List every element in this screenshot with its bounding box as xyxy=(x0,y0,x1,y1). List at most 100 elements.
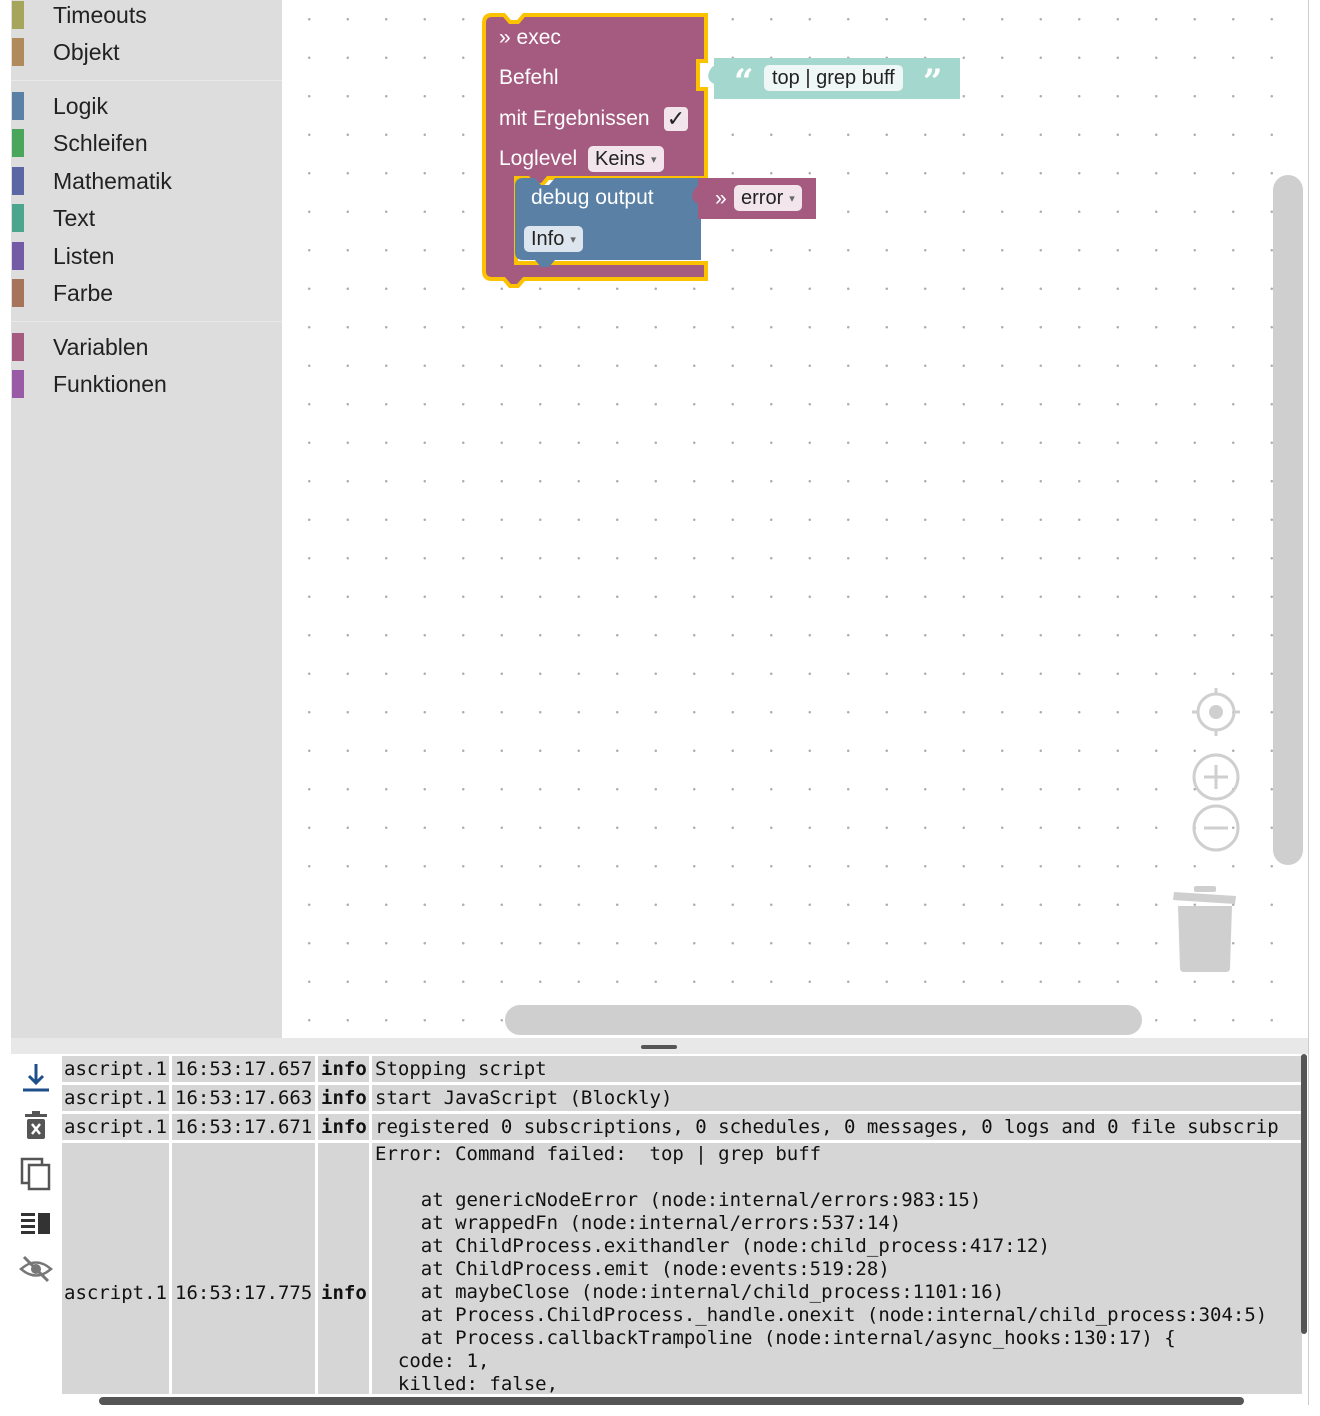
text-literal-block[interactable]: “ top | grep buff ” xyxy=(706,58,960,102)
category-color-swatch xyxy=(12,167,24,195)
results-label: mit Ergebnissen xyxy=(499,107,650,130)
log-time: 16:53:17.663 xyxy=(175,1087,313,1109)
category-color-swatch xyxy=(12,242,24,270)
debug-output-label: debug output xyxy=(531,186,654,209)
toolbox-separator xyxy=(11,321,282,322)
column-divider xyxy=(369,1054,372,1394)
close-quote-icon: ” xyxy=(923,62,943,102)
toolbox-sidebar: Timeouts Objekt Logik Schleifen Mathemat… xyxy=(11,0,282,1038)
log-message: start JavaScript (Blockly) xyxy=(375,1087,673,1109)
toolbox-category-listen[interactable]: Listen xyxy=(11,238,282,274)
copy-icon xyxy=(20,1157,51,1191)
loglevel-value: Keins xyxy=(595,148,646,170)
log-time: 16:53:17.671 xyxy=(175,1116,313,1138)
trash-can[interactable] xyxy=(1172,886,1238,974)
debug-output-block[interactable]: debug output Info ▾ xyxy=(515,178,701,267)
log-horizontal-scrollbar[interactable] xyxy=(99,1397,1244,1405)
copy-log-button[interactable] xyxy=(19,1157,53,1191)
category-label: Farbe xyxy=(53,280,114,306)
log-message: Stopping script xyxy=(375,1058,547,1080)
workspace-horizontal-scrollbar[interactable] xyxy=(505,1005,1142,1035)
error-variable-block[interactable]: » error ▾ xyxy=(690,178,816,219)
target-icon xyxy=(1192,688,1240,736)
text-value-field[interactable]: top | grep buff xyxy=(764,65,903,91)
log-row: ascript.1 16:53:17.671 info registered 0… xyxy=(62,1114,1302,1140)
category-color-swatch xyxy=(12,279,24,307)
log-toolbar xyxy=(11,1054,62,1405)
check-icon: ✓ xyxy=(666,106,686,131)
log-row: ascript.1 16:53:17.775 info Error: Comma… xyxy=(62,1143,1302,1394)
error-variable-value: error xyxy=(741,187,784,209)
log-level: info xyxy=(321,1282,367,1304)
toolbox-category-mathematik[interactable]: Mathematik xyxy=(11,163,282,199)
eye-off-icon xyxy=(19,1255,53,1283)
toggle-details-button[interactable] xyxy=(19,1205,53,1239)
toolbox-category-logik[interactable]: Logik xyxy=(11,88,282,124)
toolbox-separator xyxy=(11,80,282,81)
blockly-editor: Timeouts Objekt Logik Schleifen Mathemat… xyxy=(11,0,1309,1405)
debug-level-value: Info xyxy=(531,228,565,250)
category-label: Logik xyxy=(53,93,108,119)
log-panel: ascript.1 16:53:17.657 info Stopping scr… xyxy=(11,1054,1308,1405)
text-value: top | grep buff xyxy=(772,67,895,89)
toolbox-category-farbe[interactable]: Farbe xyxy=(11,275,282,311)
toolbox-category-funktionen[interactable]: Funktionen xyxy=(11,366,282,402)
category-label: Variablen xyxy=(53,334,149,360)
command-label: Befehl xyxy=(499,66,559,89)
category-color-swatch xyxy=(12,92,24,120)
column-divider xyxy=(169,1054,172,1394)
log-vertical-scrollbar[interactable] xyxy=(1301,1054,1307,1334)
exec-title: » exec xyxy=(499,26,561,49)
plus-icon xyxy=(1192,753,1240,801)
results-checkbox[interactable]: ✓ xyxy=(664,107,688,131)
scroll-to-bottom-button[interactable] xyxy=(19,1060,53,1094)
log-source: ascript.1 xyxy=(64,1058,167,1080)
category-label: Funktionen xyxy=(53,371,167,397)
zoom-in-button[interactable] xyxy=(1192,753,1240,801)
dropdown-arrow-icon: ▾ xyxy=(651,154,657,166)
category-label: Text xyxy=(53,205,96,231)
log-source: ascript.1 xyxy=(64,1087,167,1109)
open-quote-icon: “ xyxy=(734,62,754,102)
category-label: Timeouts xyxy=(53,2,147,28)
category-color-swatch xyxy=(12,38,24,66)
arrow-down-to-line-icon xyxy=(23,1064,49,1092)
blockly-workspace[interactable]: » exec Befehl mit Ergebnissen ✓ Loglevel… xyxy=(282,0,1308,1038)
log-message: Error: Command failed: top | grep buff a… xyxy=(375,1143,1268,1394)
column-divider xyxy=(315,1054,318,1394)
clear-log-button[interactable] xyxy=(19,1109,53,1143)
toolbox-category-variablen[interactable]: Variablen xyxy=(11,329,282,365)
list-detail-icon xyxy=(21,1213,50,1234)
log-source: ascript.1 xyxy=(64,1116,167,1138)
log-source: ascript.1 xyxy=(64,1282,167,1304)
zoom-out-button[interactable] xyxy=(1192,804,1240,852)
toolbox-category-text[interactable]: Text xyxy=(11,200,282,236)
category-color-swatch xyxy=(12,333,24,361)
category-label: Mathematik xyxy=(53,168,172,194)
loglevel-label: Loglevel xyxy=(499,147,578,170)
toolbox-category-objekt[interactable]: Objekt xyxy=(11,34,282,70)
debug-level-dropdown[interactable]: Info ▾ xyxy=(524,226,583,252)
workspace-vertical-scrollbar[interactable] xyxy=(1273,175,1303,865)
trash-x-icon xyxy=(25,1111,47,1139)
log-row: ascript.1 16:53:17.657 info Stopping scr… xyxy=(62,1056,1302,1082)
log-time: 16:53:17.775 xyxy=(175,1282,313,1304)
hide-log-button[interactable] xyxy=(19,1252,53,1286)
toolbox-category-schleifen[interactable]: Schleifen xyxy=(11,125,282,161)
minus-icon xyxy=(1192,804,1240,852)
error-variable-dropdown[interactable]: error ▾ xyxy=(734,185,802,211)
loglevel-dropdown[interactable]: Keins ▾ xyxy=(588,146,664,172)
drag-grip-icon xyxy=(641,1045,677,1049)
log-level: info xyxy=(321,1058,367,1080)
dropdown-arrow-icon: ▾ xyxy=(570,234,576,246)
log-time: 16:53:17.657 xyxy=(175,1058,313,1080)
log-message: registered 0 subscriptions, 0 schedules,… xyxy=(375,1116,1279,1138)
category-label: Objekt xyxy=(53,39,120,65)
log-table: ascript.1 16:53:17.657 info Stopping scr… xyxy=(62,1054,1302,1394)
recenter-button[interactable] xyxy=(1192,688,1240,736)
log-level: info xyxy=(321,1087,367,1109)
toolbox-category-timeouts[interactable]: Timeouts xyxy=(11,0,282,33)
category-color-swatch xyxy=(12,129,24,157)
log-row: ascript.1 16:53:17.663 info start JavaSc… xyxy=(62,1085,1302,1111)
category-color-swatch xyxy=(12,204,24,232)
